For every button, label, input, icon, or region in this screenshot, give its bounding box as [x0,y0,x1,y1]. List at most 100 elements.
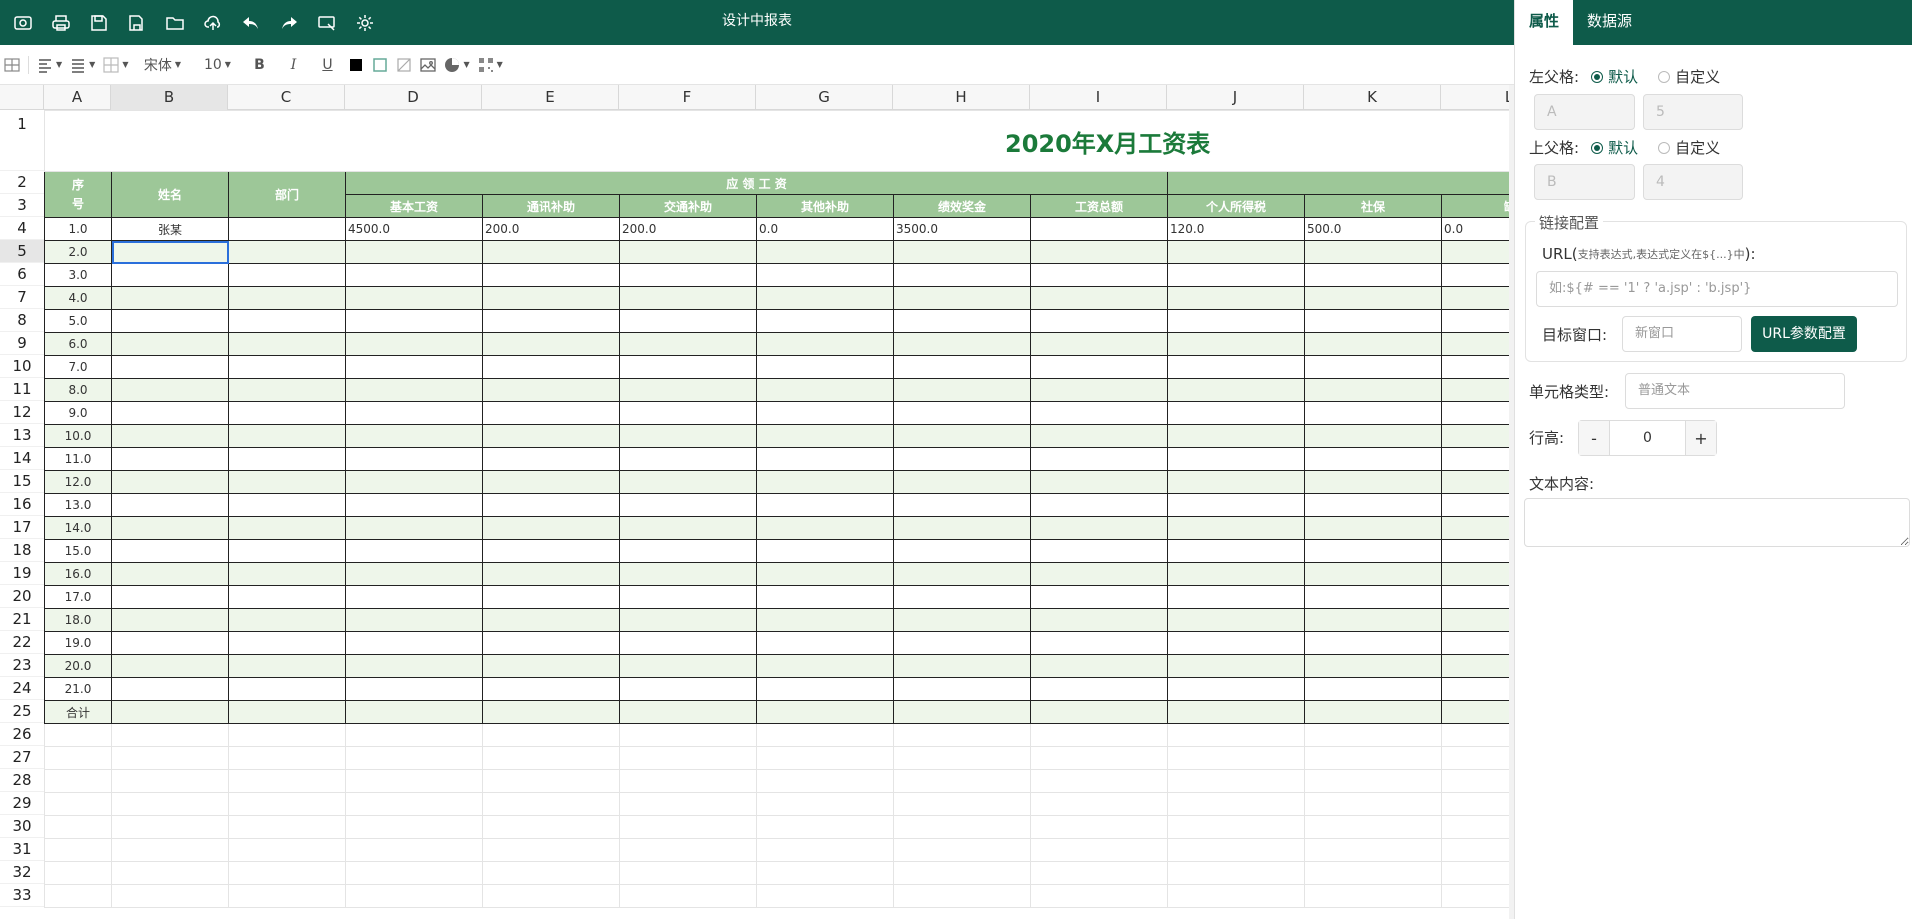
cell-value[interactable] [1030,355,1168,379]
cell-value[interactable] [345,332,483,356]
empty-cell[interactable] [1441,861,1509,885]
cell-dept[interactable] [228,263,346,287]
empty-cell[interactable] [111,769,229,793]
cell-value[interactable] [893,447,1031,471]
empty-cell[interactable] [1304,792,1442,816]
empty-cell[interactable] [1167,815,1305,839]
cell-value[interactable] [1441,401,1509,425]
empty-cell[interactable] [1304,884,1442,908]
cell-value[interactable] [345,424,483,448]
empty-cell[interactable] [228,792,346,816]
empty-cell[interactable] [111,815,229,839]
row-header-27[interactable]: 27 [0,746,44,769]
cell-value[interactable] [1441,470,1509,494]
empty-cell[interactable] [756,792,894,816]
cell-value[interactable] [345,286,483,310]
empty-cell[interactable] [345,838,483,862]
image-icon[interactable] [420,51,437,79]
cell-value[interactable] [1167,585,1305,609]
cell-value[interactable] [1167,309,1305,333]
empty-cell[interactable] [228,746,346,770]
cell-value[interactable] [756,654,894,678]
cell-value[interactable] [893,470,1031,494]
cell-value[interactable] [345,355,483,379]
empty-cell[interactable] [111,746,229,770]
cell-value[interactable] [482,378,620,402]
header-earn-col[interactable]: 通讯补助 [482,194,620,218]
tab-datasource[interactable]: 数据源 [1573,0,1646,45]
save-as-icon[interactable] [118,0,156,45]
cell-seq[interactable]: 2.0 [44,240,112,264]
cell-dept[interactable] [228,677,346,701]
cell-value[interactable] [756,631,894,655]
empty-cell[interactable] [44,769,112,793]
upload-icon[interactable] [194,0,232,45]
cell-value[interactable] [1441,286,1509,310]
cell-dept[interactable] [228,355,346,379]
cell-seq[interactable]: 18.0 [44,608,112,632]
cell-name[interactable] [111,493,229,517]
cell-value[interactable] [345,263,483,287]
cell-value[interactable]: 500.0 [1304,217,1442,241]
cell-value[interactable] [893,378,1031,402]
cell-value[interactable] [1030,263,1168,287]
cell-value[interactable] [756,309,894,333]
cell-name[interactable] [111,424,229,448]
cell-name[interactable] [111,585,229,609]
cell-seq[interactable]: 14.0 [44,516,112,540]
empty-cell[interactable] [1304,815,1442,839]
cell-value[interactable] [345,378,483,402]
undo-icon[interactable] [232,0,270,45]
header-deduct-col[interactable]: 缺 [1441,194,1509,218]
empty-cell[interactable] [619,769,757,793]
empty-cell[interactable] [1030,861,1168,885]
cell-value[interactable] [482,240,620,264]
cell-value[interactable] [893,585,1031,609]
cell-value[interactable]: 120.0 [1167,217,1305,241]
cell-value[interactable] [756,355,894,379]
cell-merge-icon[interactable] [4,51,20,79]
cell-value[interactable] [1167,424,1305,448]
row-header-10[interactable]: 10 [0,355,44,378]
row-header-33[interactable]: 33 [0,884,44,907]
cell-value[interactable] [756,263,894,287]
cell-value[interactable] [893,516,1031,540]
row-header-4[interactable]: 4 [0,217,44,240]
cell-value[interactable] [1441,562,1509,586]
clear-format-icon[interactable] [308,0,346,45]
cell-value[interactable] [1167,516,1305,540]
cell-value[interactable] [1030,401,1168,425]
vertical-align-icon[interactable]: ▼ [70,51,95,79]
cell-value[interactable] [756,608,894,632]
cell-value[interactable] [1441,378,1509,402]
cell-value[interactable] [1441,263,1509,287]
font-color-icon[interactable] [348,51,364,79]
corner-cell[interactable] [0,85,44,110]
row-height-input[interactable]: 0 [1609,421,1686,455]
empty-cell[interactable] [1167,746,1305,770]
cell-seq[interactable]: 15.0 [44,539,112,563]
cell-value[interactable] [619,493,757,517]
empty-cell[interactable] [1030,723,1168,747]
row-header-16[interactable]: 16 [0,493,44,516]
cell-type-select[interactable]: 普通文本 [1625,373,1845,409]
cell-value[interactable] [482,355,620,379]
cell-value[interactable] [893,493,1031,517]
empty-cell[interactable] [44,746,112,770]
empty-cell[interactable] [228,769,346,793]
empty-cell[interactable] [893,723,1031,747]
cell-seq[interactable]: 4.0 [44,286,112,310]
cell-value[interactable] [1030,539,1168,563]
cell-value[interactable] [1030,217,1168,241]
cell-seq[interactable]: 21.0 [44,677,112,701]
cell-value[interactable] [1441,332,1509,356]
row-header-24[interactable]: 24 [0,677,44,700]
cell-value[interactable] [345,562,483,586]
cell-value[interactable] [893,424,1031,448]
cell-dept[interactable] [228,217,346,241]
cell-value[interactable] [1304,355,1442,379]
row-height-increase-button[interactable]: + [1686,421,1716,455]
cell-value[interactable] [482,654,620,678]
cell-value[interactable] [756,677,894,701]
cell-value[interactable] [619,585,757,609]
